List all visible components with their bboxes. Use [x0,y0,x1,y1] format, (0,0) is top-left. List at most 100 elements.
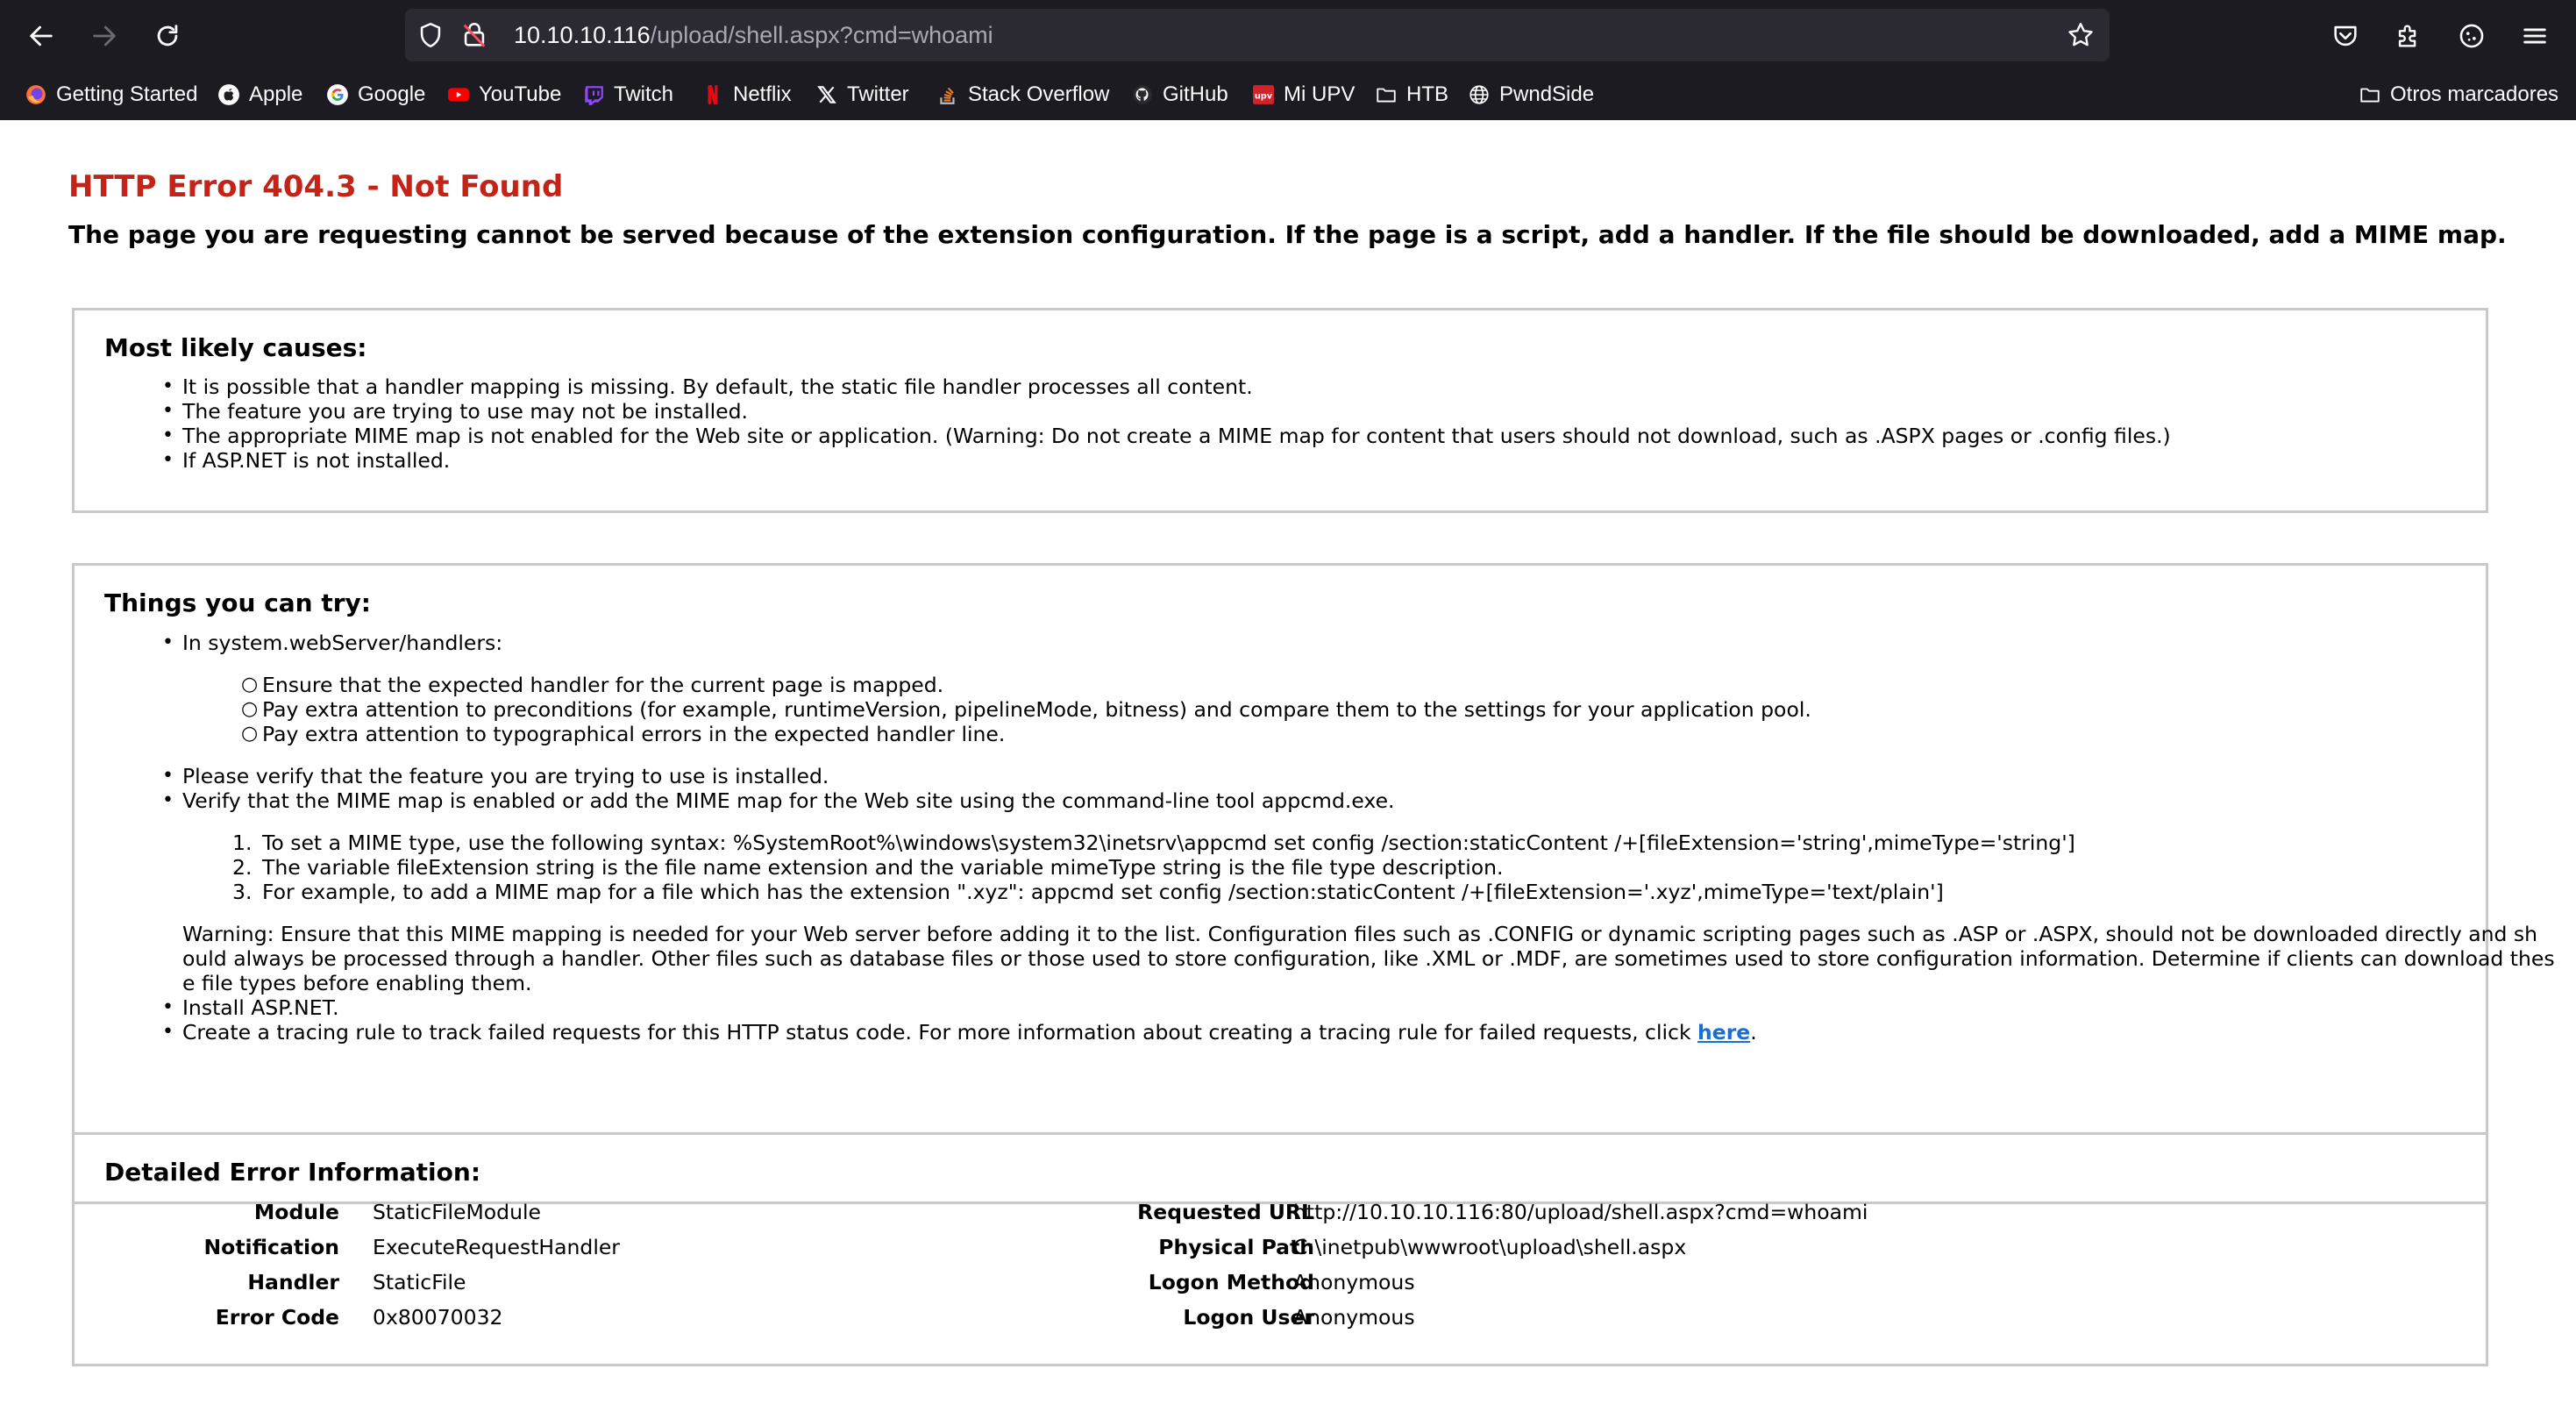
pocket-icon [2334,25,2357,46]
bookmark-google[interactable]: Google [326,75,425,114]
warning-text: ould always be processed through a handl… [182,946,2555,971]
cookie-icon [2459,24,2484,48]
stackoverflow-icon [936,83,959,106]
bookmark-netflix[interactable]: Netflix [701,75,792,114]
things-to-try-heading: Things you can try: [104,588,372,617]
url-bar[interactable]: 10.10.10.116/upload/shell.aspx?cmd=whoam… [405,9,2110,61]
back-button[interactable] [19,14,63,58]
url-path: /upload/shell.aspx?cmd=whoami [650,22,993,48]
forward-arrow-icon [93,25,116,46]
other-bookmarks[interactable]: Otros marcadores [2359,75,2558,114]
bullet: • [162,400,174,422]
detail-value: http://10.10.10.116:80/upload/shell.aspx… [1293,1200,1868,1224]
detailed-error-panel: Detailed Error Information: Module Stati… [72,1132,2488,1366]
circle-bullet: ○ [241,723,259,745]
page-content: HTTP Error 404.3 - Not Found The page yo… [0,120,2576,1419]
detail-label: Physical Path [1158,1235,1314,1259]
detail-label: Handler [247,1270,339,1294]
cause-item: The feature you are trying to use may no… [182,399,748,424]
cause-item: It is possible that a handler mapping is… [182,374,1253,399]
detail-value: 0x80070032 [373,1305,503,1330]
detail-label: Notification [203,1235,339,1259]
puzzle-icon [2398,25,2416,47]
bookmark-label: Twitter [847,82,909,106]
bookmark-github[interactable]: GitHub [1131,75,1228,114]
detail-value: C:\inetpub\wwwroot\upload\shell.aspx [1293,1235,1687,1259]
x-icon [815,83,838,106]
bookmark-label: Getting Started [56,82,198,106]
bookmark-label: YouTube [479,82,562,106]
back-arrow-icon [30,25,53,46]
bookmark-twitter[interactable]: Twitter [815,75,909,114]
try-item: Verify that the MIME map is enabled or a… [182,788,1395,813]
bookmark-label: PwndSide [1499,82,1595,106]
cookie-extension-button[interactable] [2450,14,2494,58]
browser-chrome: 10.10.10.116/upload/shell.aspx?cmd=whoam… [0,0,2576,120]
detail-label: Requested URL [1137,1200,1314,1224]
bullet: • [162,996,174,1018]
numbered-marker: 1. [232,831,253,855]
svg-text:upv: upv [1255,91,1273,101]
bookmark-pwndside[interactable]: PwndSide [1468,75,1594,114]
bookmark-stack-overflow[interactable]: Stack Overflow [936,75,1109,114]
error-description: The page you are requesting cannot be se… [68,220,2507,249]
numbered-step: The variable fileExtension string is the… [262,855,1504,880]
detail-value: StaticFileModule [373,1200,541,1224]
extensions-button[interactable] [2387,14,2430,58]
error-title: HTTP Error 404.3 - Not Found [68,169,564,204]
bullet: • [162,375,174,397]
bookmark-mi-upv[interactable]: upv Mi UPV [1252,75,1355,114]
numbered-marker: 3. [232,880,253,904]
hamburger-menu-icon [2523,28,2546,44]
bookmark-label: Apple [249,82,303,106]
netflix-icon [701,83,724,106]
circle-bullet: ○ [241,674,259,695]
bookmark-label: GitHub [1163,82,1228,106]
bullet: • [162,449,174,471]
bookmark-youtube[interactable]: YouTube [447,75,561,114]
bookmark-label: HTB [1406,82,1448,106]
bookmark-apple[interactable]: Apple [217,75,302,114]
try-item: In system.webServer/handlers: [182,631,503,655]
try-subitem: Pay extra attention to typographical err… [262,722,1006,746]
causes-panel: Most likely causes: • It is possible tha… [72,308,2488,513]
forward-button[interactable] [82,14,126,58]
reload-icon [157,25,178,46]
firefox-icon [25,83,47,106]
bookmark-getting-started[interactable]: Getting Started [25,75,197,114]
detail-value: StaticFile [373,1270,466,1294]
numbered-step: To set a MIME type, use the following sy… [262,831,2075,855]
detail-label: Logon Method [1148,1270,1314,1294]
bullet: • [162,424,174,446]
pocket-button[interactable] [2323,14,2367,58]
google-icon [326,83,349,106]
things-to-try-panel: Things you can try: • In system.webServe… [72,563,2555,1204]
detail-label: Error Code [215,1305,339,1330]
cause-item: If ASP.NET is not installed. [182,448,451,473]
url-text[interactable]: 10.10.10.116/upload/shell.aspx?cmd=whoam… [514,20,993,50]
bullet: • [162,1021,174,1043]
twitch-icon [582,83,605,106]
bullet: • [162,765,174,787]
folder-icon [1375,83,1398,106]
detailed-error-heading: Detailed Error Information: [104,1158,481,1187]
try-item: Install ASP.NET. [182,995,339,1020]
trailing-period: . [1750,1020,1757,1045]
reload-button[interactable] [146,14,189,58]
numbered-marker: 2. [232,855,253,880]
try-item: Create a tracing rule to track failed re… [182,1020,1757,1045]
bookmark-htb-folder[interactable]: HTB [1375,75,1448,114]
menu-button[interactable] [2513,14,2557,58]
cause-item: The appropriate MIME map is not enabled … [182,424,2171,448]
upv-icon: upv [1252,83,1275,106]
bookmark-label: Netflix [733,82,792,106]
youtube-icon [447,83,470,106]
here-link[interactable]: here [1697,1020,1750,1045]
insecure-lock-icon[interactable] [459,20,489,50]
bookmark-star-icon[interactable] [2066,20,2096,50]
tracking-shield-icon[interactable] [416,20,445,50]
bullet: • [162,631,174,653]
bookmark-twitch[interactable]: Twitch [582,75,673,114]
globe-icon [1468,83,1491,106]
warning-text: e file types before enabling them. [182,971,532,995]
